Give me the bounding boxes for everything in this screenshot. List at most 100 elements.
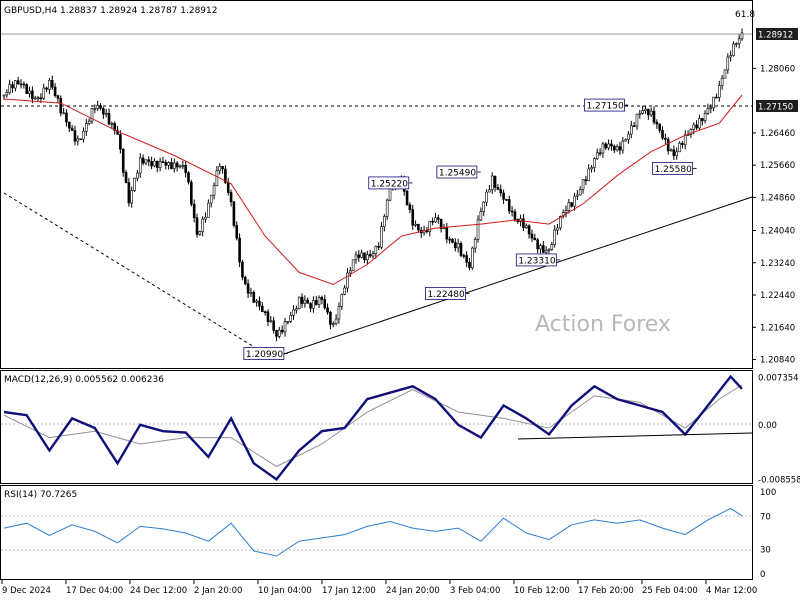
candle-body <box>76 138 80 142</box>
candle-body <box>329 311 332 325</box>
candle-body <box>181 165 185 167</box>
candle-body <box>380 226 383 248</box>
current-price-tag: 1.28912 <box>756 28 798 41</box>
callout-label: 1.20990 <box>246 350 283 360</box>
candle-body <box>204 216 207 220</box>
candle-body <box>490 175 494 191</box>
candle-body <box>712 96 715 109</box>
candle-body <box>209 194 213 204</box>
candle-body <box>136 172 139 179</box>
x-tick-label: 10 Jan 04:00 <box>258 586 312 596</box>
candle-body <box>496 187 500 190</box>
candle-body <box>11 84 14 89</box>
candle-body <box>740 32 744 40</box>
candle-body <box>198 231 202 235</box>
candle-body <box>505 198 508 201</box>
candle-body <box>121 149 125 173</box>
y-tick-label: 1.24860 <box>760 193 795 203</box>
y-tick-label: 1.20840 <box>760 356 795 366</box>
candle-body <box>14 80 17 89</box>
candle-body <box>471 247 474 269</box>
rising-trendline <box>271 196 753 359</box>
candle-body <box>8 84 11 94</box>
candle-body <box>269 320 273 323</box>
x-tick-label: 3 Feb 04:00 <box>450 586 500 596</box>
candle-body <box>737 38 741 44</box>
candle-body <box>581 179 585 190</box>
candle-body <box>408 204 412 210</box>
candle-body <box>664 138 667 140</box>
candle-body <box>300 296 304 304</box>
candle-body <box>542 245 545 253</box>
candle-body <box>661 130 664 139</box>
candle-body <box>107 112 111 125</box>
candle-body <box>258 300 261 307</box>
candle-body <box>238 237 241 263</box>
candle-body <box>348 270 352 274</box>
candle-body <box>201 218 204 232</box>
candle-body <box>593 158 596 168</box>
candle-body <box>272 320 275 331</box>
candle-body <box>215 170 219 187</box>
candle-body <box>715 96 718 99</box>
candle-body <box>732 43 735 56</box>
candle-body <box>550 244 554 250</box>
candle-body <box>235 225 239 239</box>
candle-body <box>85 123 88 132</box>
candle-body <box>192 203 196 219</box>
candle-body <box>476 219 480 240</box>
candle-body <box>683 134 687 145</box>
candle-body <box>473 239 477 249</box>
candle-body <box>110 123 114 125</box>
candle-body <box>700 118 704 121</box>
macd-y-tick-label: 0.007354 <box>758 374 799 384</box>
candle-body <box>539 245 542 250</box>
candle-body <box>73 130 77 142</box>
candle-body <box>320 297 324 300</box>
candle-body <box>647 108 650 116</box>
candle-body <box>87 120 91 124</box>
candle-body <box>417 224 420 231</box>
candle-body <box>672 149 676 156</box>
candle-body <box>2 94 6 97</box>
candle-body <box>331 323 335 326</box>
candle-body <box>627 133 630 140</box>
candle-body <box>533 237 537 241</box>
candle-body <box>536 239 539 250</box>
candle-body <box>39 97 43 100</box>
candle-body <box>485 191 488 203</box>
candle-body <box>675 151 679 156</box>
candle-body <box>232 201 236 226</box>
candle-body <box>374 246 378 255</box>
candle-body <box>178 165 182 168</box>
candle-body <box>153 160 156 167</box>
callout-label: 1.25220 <box>371 179 408 189</box>
candle-body <box>212 185 216 196</box>
candle-body <box>644 108 647 111</box>
candle-body <box>564 210 568 213</box>
candle-body <box>698 118 701 129</box>
x-tick-label: 10 Feb 12:00 <box>514 586 570 596</box>
candle-body <box>499 189 503 194</box>
candle-body <box>451 239 454 243</box>
candle-body <box>678 142 681 153</box>
macd-line <box>3 374 743 482</box>
x-tick-label: 2 Jan 20:00 <box>194 586 242 596</box>
candle-body <box>522 218 525 229</box>
candle-body <box>147 159 151 162</box>
candle-body <box>351 259 355 272</box>
candle-body <box>456 243 460 249</box>
candle-body <box>462 255 466 257</box>
candle-body <box>187 172 190 183</box>
candle-body <box>553 229 556 245</box>
candle-body <box>482 201 486 212</box>
candle-body <box>468 261 471 269</box>
candle-body <box>184 165 187 173</box>
candle-body <box>5 92 9 96</box>
candle-body <box>584 179 588 182</box>
candle-body <box>717 85 721 98</box>
candle-body <box>556 227 559 231</box>
candle-body <box>36 97 40 100</box>
candle-body <box>50 80 54 88</box>
candle-body <box>175 162 179 168</box>
